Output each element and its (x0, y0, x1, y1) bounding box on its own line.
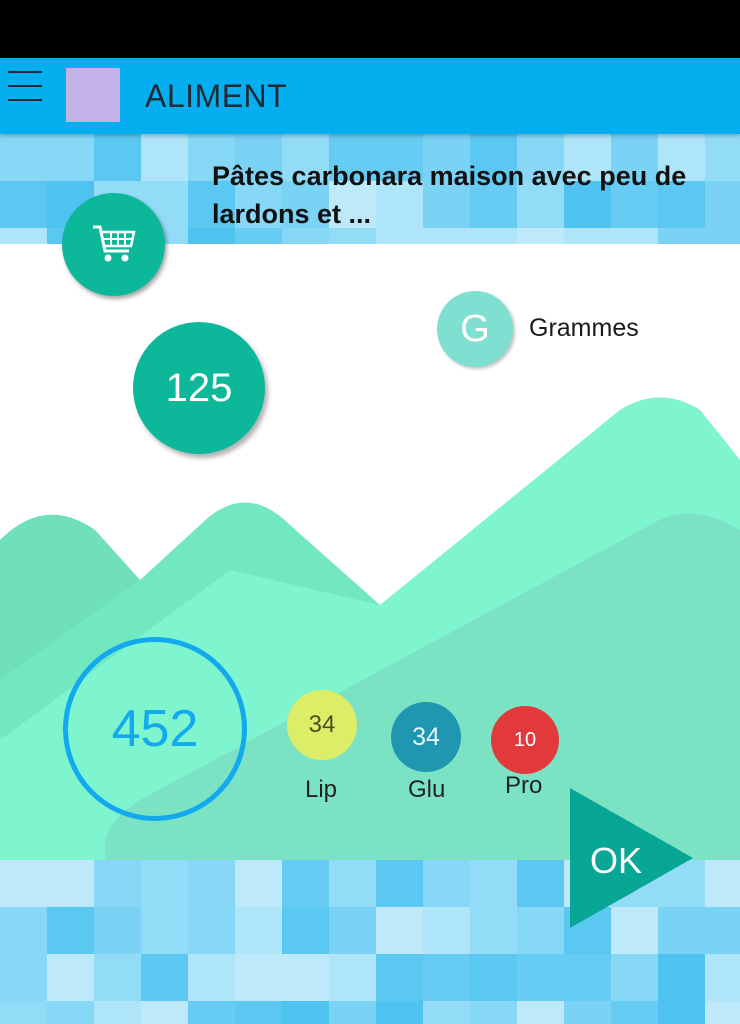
mosaic-tile (705, 954, 740, 1001)
lipids-label: Lip (305, 776, 338, 803)
mosaic-tile (141, 860, 188, 907)
mosaic-tile (47, 1001, 94, 1024)
mosaic-tile (0, 860, 47, 907)
mosaic-tile (47, 860, 94, 907)
mosaic-tile (235, 860, 282, 907)
hamburger-menu-icon[interactable] (8, 71, 42, 105)
mosaic-tile (470, 860, 517, 907)
mosaic-tile (141, 1001, 188, 1024)
mosaic-tile (94, 134, 141, 181)
mosaic-tile (0, 1001, 47, 1024)
ok-button-label: OK (590, 840, 643, 881)
carbs-badge: 34 (391, 702, 461, 772)
shopping-cart-icon (93, 225, 136, 262)
mosaic-tile (705, 860, 740, 907)
unit-label: Grammes (529, 314, 639, 342)
mosaic-tile (376, 1001, 423, 1024)
mosaic-tile (141, 954, 188, 1001)
mosaic-tile (141, 134, 188, 181)
mosaic-tile (658, 954, 705, 1001)
unit-selector-button[interactable]: G (437, 291, 513, 367)
mosaic-tile (94, 954, 141, 1001)
mosaic-tile (0, 954, 47, 1001)
mosaic-tile (329, 860, 376, 907)
mosaic-tile (376, 907, 423, 954)
mosaic-tile (0, 228, 47, 244)
mosaic-tile (564, 1001, 611, 1024)
add-to-cart-button[interactable] (62, 193, 165, 296)
mosaic-tile (94, 1001, 141, 1024)
mosaic-tile (188, 1001, 235, 1024)
mosaic-tile (282, 1001, 329, 1024)
mosaic-tile (188, 860, 235, 907)
mosaic-tile (329, 1001, 376, 1024)
app-bar: ALIMENT (0, 58, 740, 134)
mosaic-tile (282, 907, 329, 954)
mosaic-tile (0, 134, 47, 181)
mosaic-tile (564, 954, 611, 1001)
mosaic-tile (282, 954, 329, 1001)
mosaic-tile (235, 907, 282, 954)
mosaic-tile (282, 860, 329, 907)
calories-ring: 452 (63, 637, 247, 821)
mosaic-tile (329, 954, 376, 1001)
mosaic-tile (376, 860, 423, 907)
food-title: Pâtes carbonara maison avec peu de lardo… (212, 161, 687, 229)
mosaic-tile (470, 907, 517, 954)
mosaic-tile (517, 907, 564, 954)
mosaic-tile (517, 954, 564, 1001)
mosaic-tile (423, 860, 470, 907)
mosaic-tile (188, 954, 235, 1001)
mosaic-tile (423, 907, 470, 954)
mosaic-tile (658, 1001, 705, 1024)
mosaic-tile (47, 134, 94, 181)
mosaic-tile (0, 907, 47, 954)
mosaic-tile (141, 907, 188, 954)
mosaic-tile (470, 1001, 517, 1024)
quantity-button[interactable]: 125 (133, 322, 265, 454)
mosaic-tile (94, 860, 141, 907)
avatar[interactable] (66, 68, 120, 122)
mosaic-tile (329, 907, 376, 954)
mosaic-tile (423, 954, 470, 1001)
mosaic-tile (517, 860, 564, 907)
mosaic-tile (705, 1001, 740, 1024)
mosaic-tile (47, 907, 94, 954)
mosaic-tile (376, 954, 423, 1001)
mosaic-tile (94, 907, 141, 954)
mosaic-tile (47, 954, 94, 1001)
ok-button[interactable]: OK (570, 788, 695, 928)
mosaic-tile (423, 1001, 470, 1024)
mosaic-tile (517, 1001, 564, 1024)
mosaic-tile (235, 1001, 282, 1024)
status-bar (0, 0, 740, 58)
mosaic-tile (611, 954, 658, 1001)
mosaic-tile (611, 1001, 658, 1024)
page-title: ALIMENT (145, 78, 288, 114)
mosaic-tile (235, 954, 282, 1001)
lipids-badge: 34 (287, 690, 357, 760)
proteins-label: Pro (505, 772, 543, 799)
proteins-badge: 10 (491, 706, 559, 774)
mosaic-tile (705, 907, 740, 954)
mosaic-tile (470, 954, 517, 1001)
mosaic-tile (188, 907, 235, 954)
carbs-label: Glu (408, 776, 446, 803)
mosaic-tile (0, 181, 47, 228)
